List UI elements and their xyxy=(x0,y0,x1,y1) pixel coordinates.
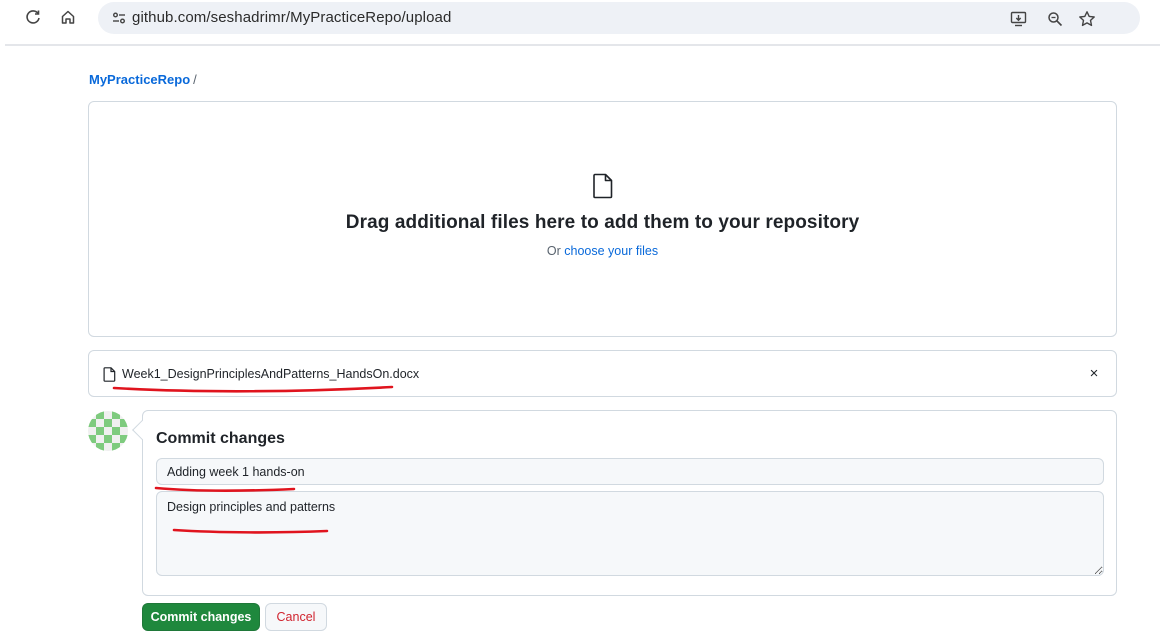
cancel-button[interactable]: Cancel xyxy=(265,603,327,631)
install-app-icon[interactable] xyxy=(1008,8,1030,30)
commit-changes-button[interactable]: Commit changes xyxy=(142,603,260,631)
uploaded-file-name: Week1_DesignPrinciplesAndPatterns_HandsO… xyxy=(122,367,420,381)
toolbar-divider xyxy=(5,44,1160,46)
file-drop-zone[interactable]: Drag additional files here to add them t… xyxy=(88,101,1117,337)
commit-title: Commit changes xyxy=(156,430,285,447)
document-icon xyxy=(103,367,116,382)
breadcrumb: MyPracticeRepo / xyxy=(89,72,197,87)
url-text[interactable]: github.com/seshadrimr/MyPracticeRepo/upl… xyxy=(132,9,451,26)
drop-zone-title: Drag additional files here to add them t… xyxy=(345,212,860,233)
or-text: Or xyxy=(546,244,561,258)
repo-link[interactable]: MyPracticeRepo xyxy=(89,72,190,87)
bookmark-star-icon[interactable] xyxy=(1076,8,1098,30)
avatar xyxy=(88,411,128,451)
commit-changes-box: Commit changes Design principles and pat… xyxy=(132,410,1117,596)
address-bar[interactable]: github.com/seshadrimr/MyPracticeRepo/upl… xyxy=(98,2,1140,34)
file-icon xyxy=(593,173,613,199)
site-info-icon[interactable] xyxy=(110,9,128,27)
uploaded-file-row: Week1_DesignPrinciplesAndPatterns_HandsO… xyxy=(88,350,1117,397)
browser-toolbar: github.com/seshadrimr/MyPracticeRepo/upl… xyxy=(0,0,1160,40)
drop-zone-subtext: Or choose your files xyxy=(89,244,1116,258)
commit-description-input[interactable]: Design principles and patterns xyxy=(156,491,1104,576)
remove-file-button[interactable]: × xyxy=(1086,365,1102,382)
choose-files-link[interactable]: choose your files xyxy=(564,244,658,258)
commit-box-pointer xyxy=(132,420,152,440)
identicon-image xyxy=(88,411,128,451)
home-icon[interactable] xyxy=(57,6,79,28)
commit-summary-input[interactable] xyxy=(156,458,1104,485)
breadcrumb-separator: / xyxy=(193,72,197,87)
reload-icon[interactable] xyxy=(22,6,44,28)
zoom-icon[interactable] xyxy=(1044,8,1066,30)
